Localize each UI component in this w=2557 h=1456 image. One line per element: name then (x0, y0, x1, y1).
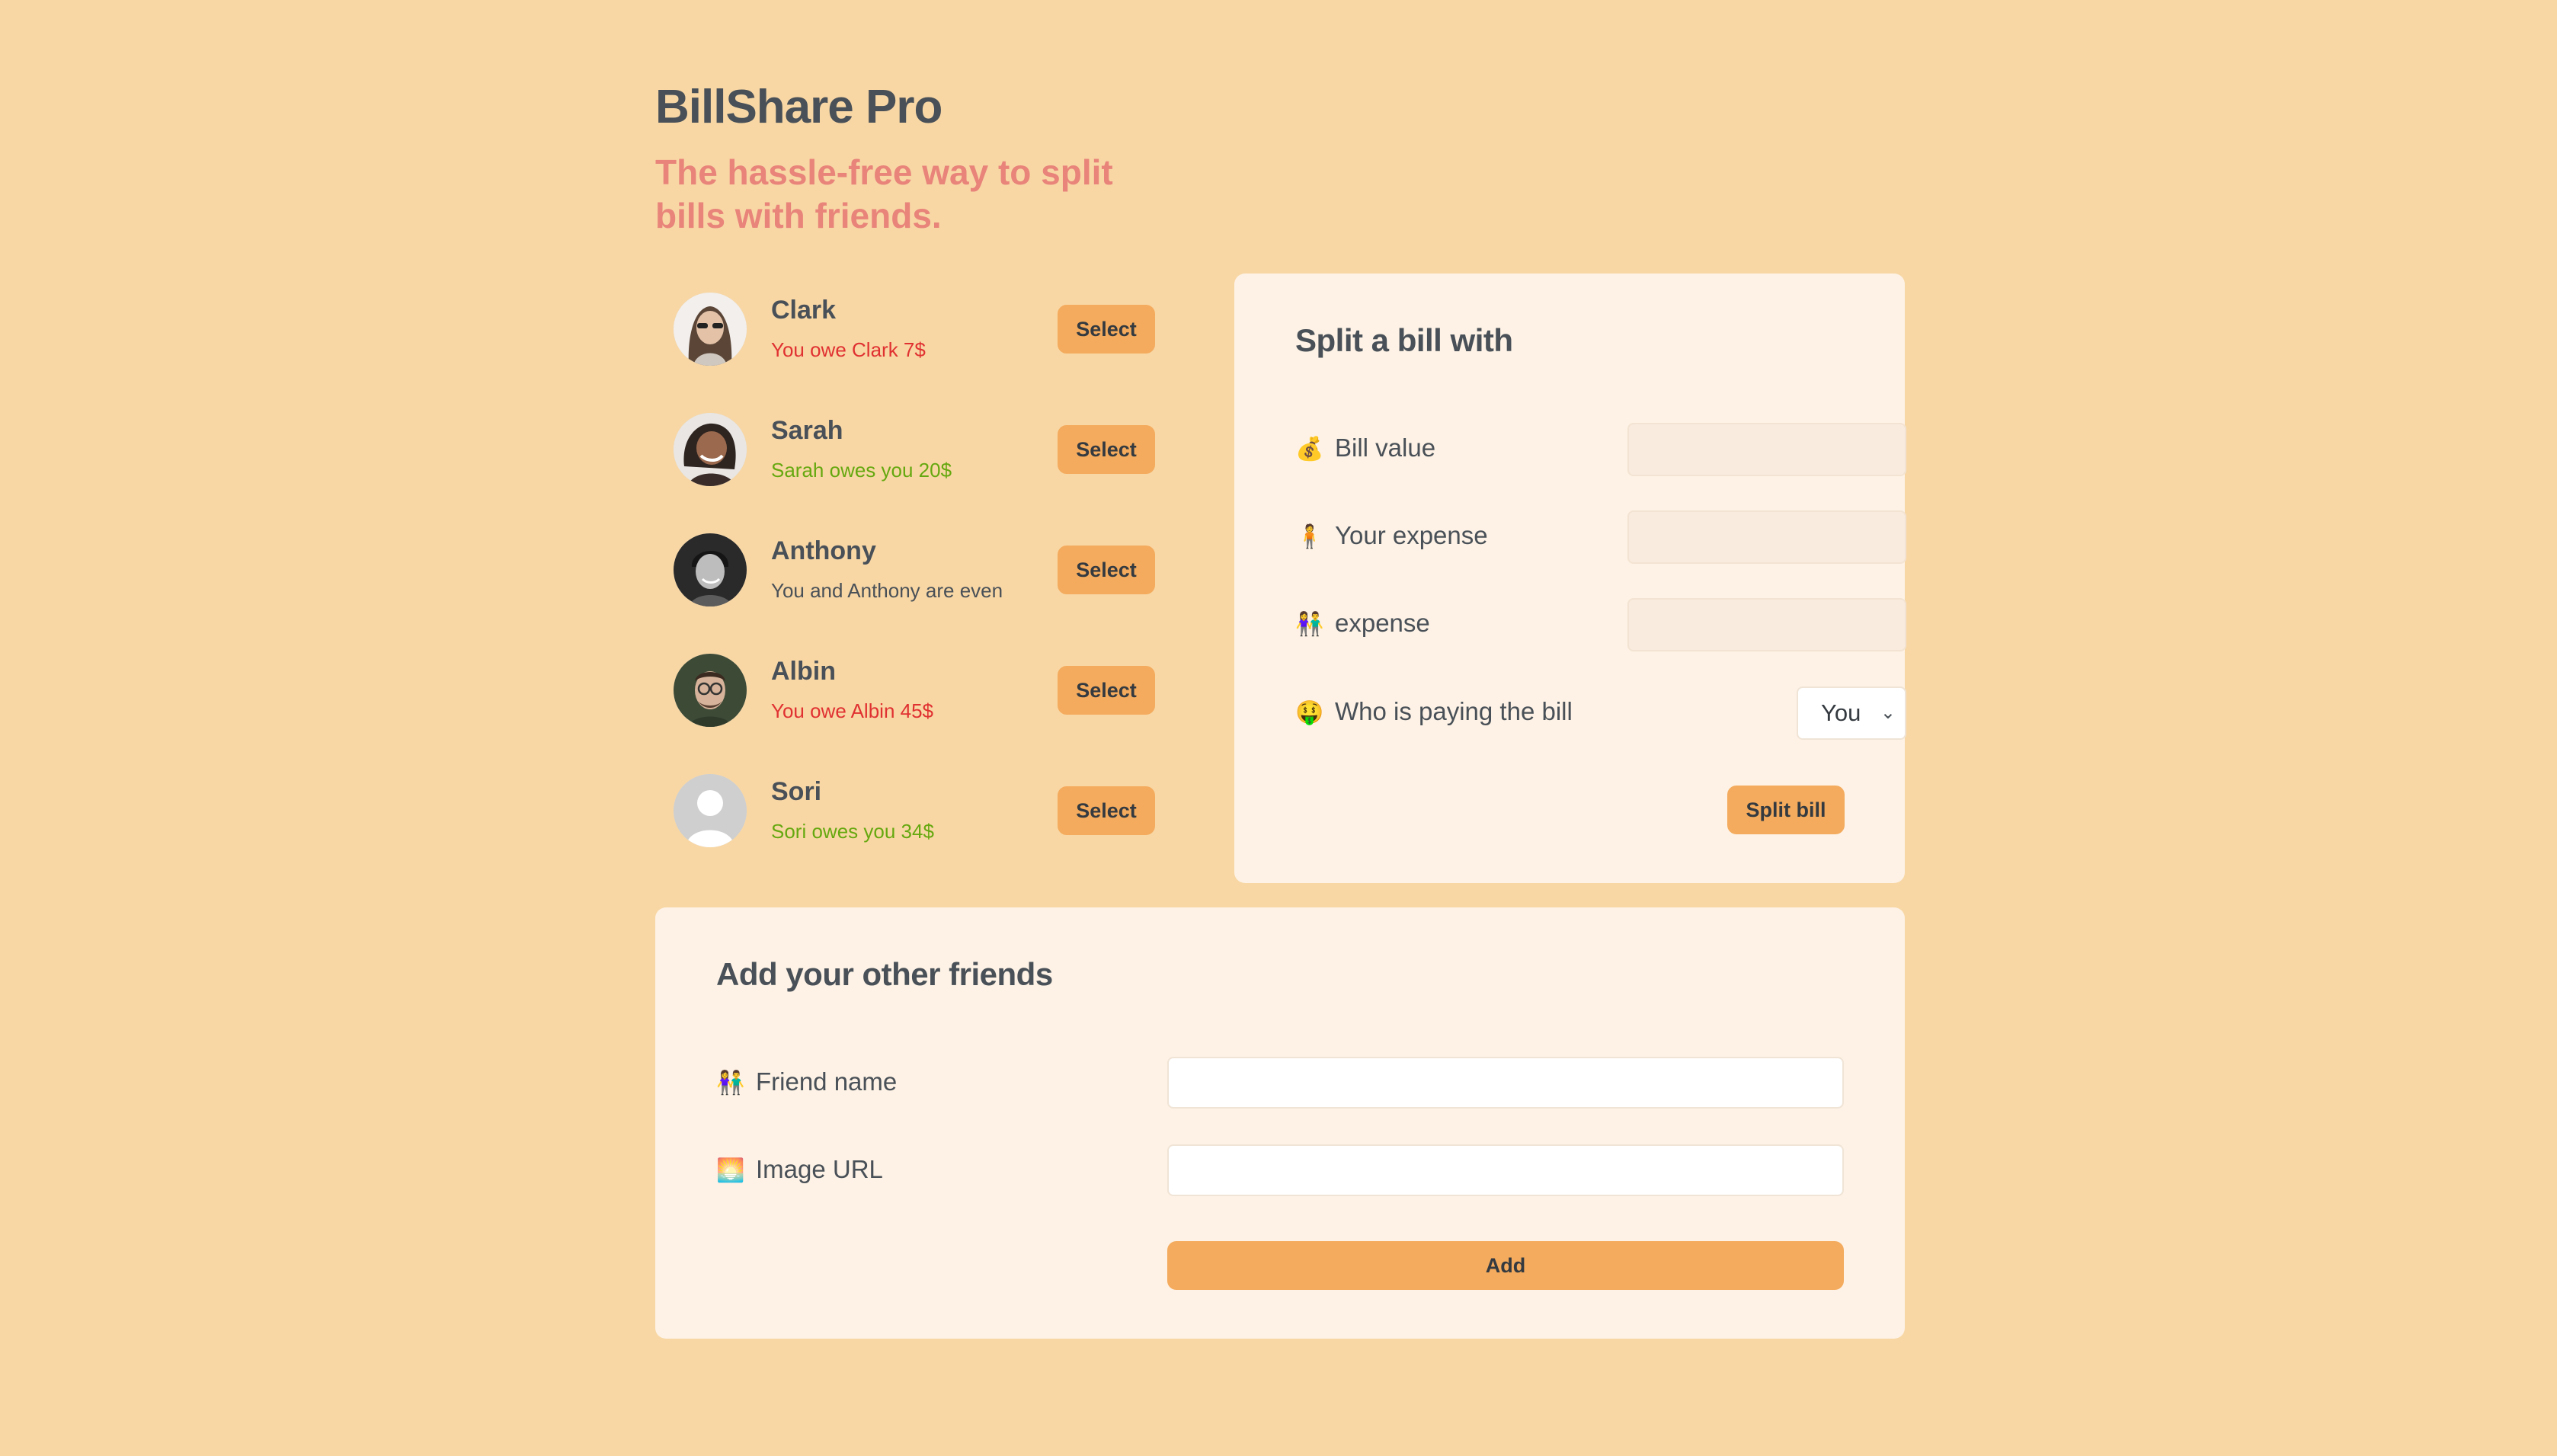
select-friend-button[interactable]: Select (1058, 786, 1155, 835)
avatar-anthony-image (674, 533, 747, 606)
split-bill-title: Split a bill with (1295, 322, 1513, 358)
person-standing-icon: 🧍 (1295, 524, 1324, 549)
add-friend-title: Add your other friends (716, 956, 1053, 992)
money-mouth-face-icon: 🤑 (1295, 700, 1324, 725)
friend-item-sarah: Sarah Sarah owes you 20$ Select (655, 396, 1173, 517)
avatar-albin-image (674, 654, 747, 727)
split-bill-form: Split a bill with 💰 Bill value 🧍 Your expe… (1234, 274, 1906, 883)
avatar (674, 413, 747, 486)
friend-name: Anthony (771, 536, 876, 565)
avatar (674, 774, 747, 847)
app-subtitle: The hassle-free way to split bills with … (655, 152, 1113, 235)
friend-name: Sarah (771, 416, 843, 445)
friend-balance-status: You owe Clark 7$ (771, 338, 926, 361)
friend-name: Sori (771, 777, 822, 806)
your-expense-label: 🧍 Your expense (1295, 521, 1488, 549)
image-url-row: 🌅 Image URL (716, 1144, 1844, 1198)
select-friend-button[interactable]: Select (1058, 546, 1155, 594)
friend-item-albin: Albin You owe Albin 45$ Select (655, 637, 1173, 757)
select-friend-button[interactable]: Select (1058, 305, 1155, 354)
friend-expense-input[interactable] (1627, 598, 1906, 651)
image-url-label: 🌅 Image URL (716, 1155, 883, 1183)
add-friend-form: Add your other friends 👫 Friend name 🌅 Ima… (655, 907, 1905, 1339)
select-friend-button[interactable]: Select (1058, 666, 1155, 715)
payer-label: 🤑 Who is paying the bill (1295, 697, 1573, 725)
bill-value-input[interactable] (1627, 423, 1906, 476)
sunrise-icon: 🌅 (716, 1158, 745, 1183)
friend-name: Albin (771, 657, 836, 686)
payer-selected-value: You (1821, 699, 1861, 726)
avatar (674, 293, 747, 366)
friend-expense-row: 👫 expense (1295, 598, 1906, 651)
image-url-input[interactable] (1167, 1144, 1844, 1196)
app-title: BillShare Pro (655, 81, 942, 133)
friend-item-clark: Clark You owe Clark 7$ Select (655, 276, 1173, 396)
bill-value-label: 💰 Bill value (1295, 434, 1436, 462)
avatar (674, 654, 747, 727)
friend-balance-status: Sori owes you 34$ (771, 820, 934, 843)
friend-balance-status: Sarah owes you 20$ (771, 459, 952, 482)
friend-item-anthony: Anthony You and Anthony are even Select (655, 517, 1173, 637)
your-expense-input[interactable] (1627, 510, 1906, 564)
two-people-icon: 👫 (716, 1070, 745, 1096)
friend-name-row: 👫 Friend name (716, 1057, 1844, 1110)
money-bag-icon: 💰 (1295, 437, 1324, 462)
friend-balance-status: You owe Albin 45$ (771, 699, 934, 722)
friend-name-label: 👫 Friend name (716, 1067, 898, 1096)
default-avatar-icon (674, 774, 747, 847)
your-expense-row: 🧍 Your expense (1295, 510, 1906, 564)
friend-expense-label: 👫 expense (1295, 609, 1430, 637)
avatar-clark-image (674, 293, 747, 366)
friend-name: Clark (771, 296, 837, 325)
bill-value-row: 💰 Bill value (1295, 423, 1906, 476)
avatar (674, 533, 747, 606)
avatar-sarah-image (674, 413, 747, 486)
friends-list: Clark You owe Clark 7$ Select Sarah Sara… (655, 276, 1173, 878)
add-friend-button[interactable]: Add (1167, 1241, 1844, 1290)
friend-balance-status: You and Anthony are even (771, 579, 1003, 602)
friend-name-input[interactable] (1167, 1057, 1844, 1109)
select-friend-button[interactable]: Select (1058, 425, 1155, 474)
payer-select[interactable]: You ⌄ (1797, 686, 1906, 740)
friend-item-sori: Sori Sori owes you 34$ Select (655, 757, 1173, 878)
two-people-icon: 👫 (1295, 612, 1324, 637)
split-bill-button[interactable]: Split bill (1727, 786, 1845, 834)
chevron-down-icon: ⌄ (1880, 702, 1896, 723)
payer-row: 🤑 Who is paying the bill You ⌄ (1295, 686, 1906, 740)
